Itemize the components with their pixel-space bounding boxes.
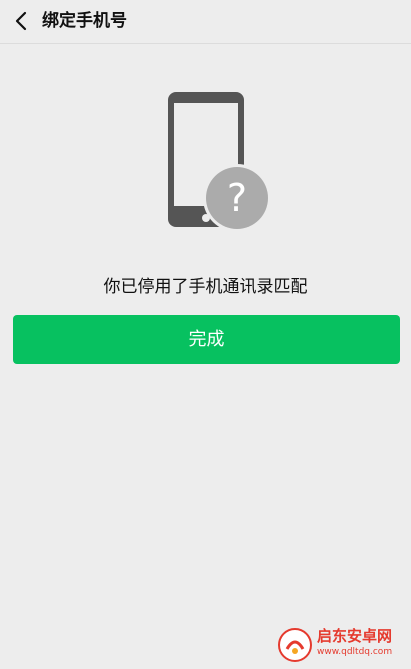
watermark: 启东安卓网 www.qdltdq.com	[277, 625, 407, 665]
chevron-left-icon	[15, 11, 27, 31]
watermark-logo-icon	[278, 628, 312, 662]
question-mark: ?	[227, 176, 247, 220]
watermark-name: 启东安卓网	[317, 627, 393, 645]
done-button[interactable]: 完成	[13, 315, 400, 364]
watermark-url: www.qdltdq.com	[317, 647, 393, 657]
phone-question-icon: ?	[168, 92, 271, 232]
back-button[interactable]	[8, 6, 36, 36]
status-message: 你已停用了手机通讯录匹配	[103, 277, 308, 297]
page-title: 绑定手机号	[42, 11, 127, 31]
phone-illustration: ?	[164, 90, 274, 232]
nav-bar: 绑定手机号	[0, 0, 411, 44]
